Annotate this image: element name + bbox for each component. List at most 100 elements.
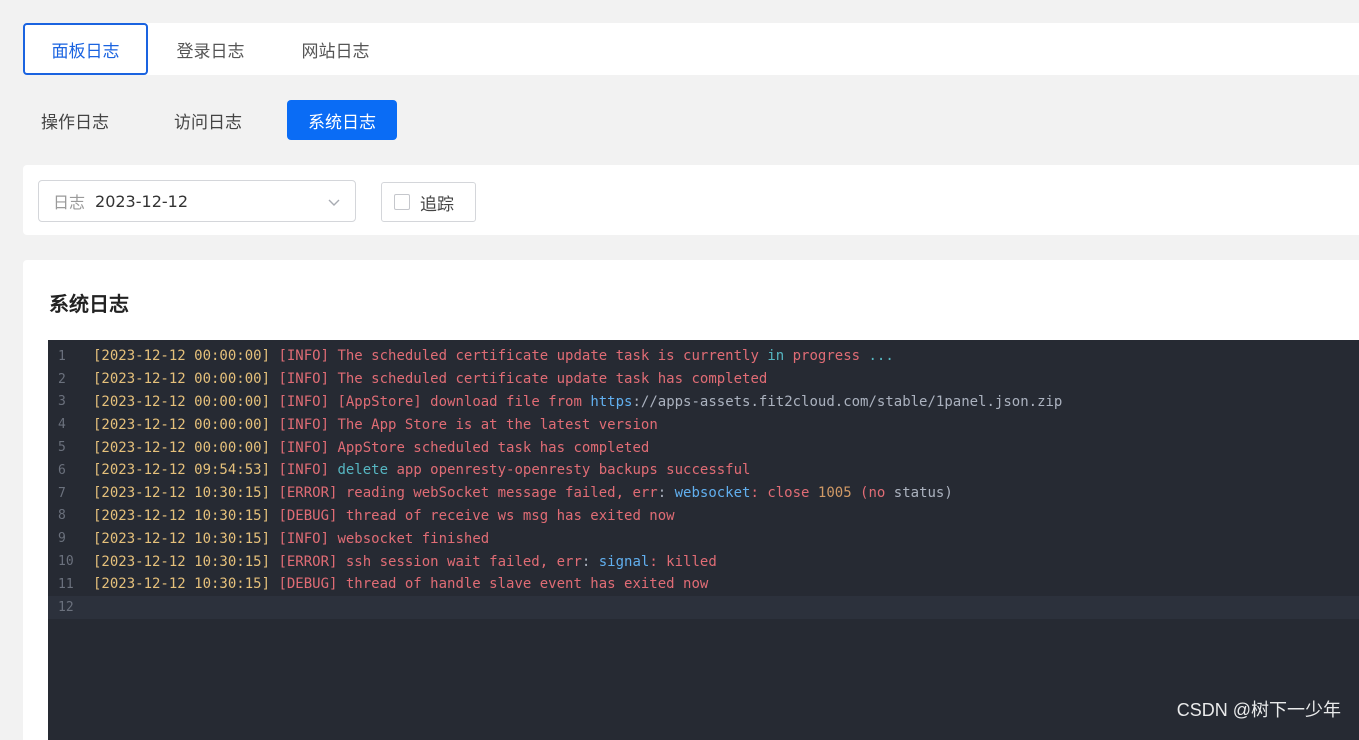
log-line: 5[2023-12-12 00:00:00] [INFO] AppStore s… [48, 436, 1359, 459]
line-number: 7 [48, 486, 93, 501]
log-timestamp: [2023-12-12 10:30:15] [93, 531, 278, 547]
chevron-down-icon [327, 195, 341, 209]
log-token: ssh session wait failed, err [346, 554, 582, 570]
system-log-panel: 系统日志 1[2023-12-12 00:00:00] [INFO] The s… [23, 260, 1359, 740]
line-number: 6 [48, 463, 93, 478]
log-token: in [767, 348, 784, 364]
log-line-text: [2023-12-12 10:30:15] [ERROR] ssh sessio… [93, 554, 717, 570]
log-filter-bar: 日志 2023-12-12 追踪 [23, 165, 1359, 235]
track-checkbox[interactable] [394, 194, 410, 210]
log-level: [INFO] [278, 417, 337, 433]
log-line-text: [2023-12-12 00:00:00] [INFO] The schedul… [93, 348, 894, 364]
log-token: : [582, 554, 599, 570]
log-token: progress [784, 348, 868, 364]
log-level: [ERROR] [278, 485, 345, 501]
log-level: [INFO] [278, 371, 337, 387]
log-token: : killed [649, 554, 716, 570]
tab-panel-log[interactable]: 面板日志 [23, 23, 148, 75]
selected-date: 2023-12-12 [95, 192, 188, 211]
log-token: The scheduled certificate update task is… [337, 348, 767, 364]
panel-title: 系统日志 [49, 288, 129, 317]
line-number: 12 [48, 600, 93, 615]
line-number: 9 [48, 531, 93, 546]
log-timestamp: [2023-12-12 00:00:00] [93, 394, 278, 410]
log-type-tabs: 面板日志 登录日志 网站日志 [23, 23, 1359, 75]
log-token: reading webSocket message failed, err [346, 485, 658, 501]
log-level: [ERROR] [278, 554, 345, 570]
log-line-text: [2023-12-12 10:30:15] [DEBUG] thread of … [93, 576, 708, 592]
line-number: 3 [48, 394, 93, 409]
log-timestamp: [2023-12-12 10:30:15] [93, 508, 278, 524]
select-prefix-label: 日志 [53, 189, 85, 213]
log-timestamp: [2023-12-12 10:30:15] [93, 554, 278, 570]
log-token: ://apps-assets.fit2cloud.com/stable/1pan… [632, 394, 1062, 410]
track-label: 追踪 [420, 190, 454, 215]
log-token: thread of handle slave event has exited … [346, 576, 708, 592]
log-level: [INFO] [278, 531, 337, 547]
log-line: 1[2023-12-12 00:00:00] [INFO] The schedu… [48, 345, 1359, 368]
log-timestamp: [2023-12-12 10:30:15] [93, 485, 278, 501]
watermark: CSDN @树下一少年 [1177, 696, 1341, 722]
log-line-text: [2023-12-12 10:30:15] [ERROR] reading we… [93, 485, 953, 501]
log-token: delete [337, 462, 388, 478]
log-line: 7[2023-12-12 10:30:15] [ERROR] reading w… [48, 482, 1359, 505]
log-line: 9[2023-12-12 10:30:15] [INFO] websocket … [48, 527, 1359, 550]
log-line: 11[2023-12-12 10:30:15] [DEBUG] thread o… [48, 573, 1359, 596]
log-line-text: [2023-12-12 00:00:00] [INFO] AppStore sc… [93, 440, 649, 456]
line-number: 5 [48, 440, 93, 455]
log-level: [INFO] [278, 462, 337, 478]
log-line: 4[2023-12-12 00:00:00] [INFO] The App St… [48, 413, 1359, 436]
log-level: [DEBUG] [278, 508, 345, 524]
log-level: [INFO] [278, 348, 337, 364]
log-level: [INFO] [278, 394, 337, 410]
log-timestamp: [2023-12-12 00:00:00] [93, 371, 278, 387]
log-line-text: [2023-12-12 00:00:00] [INFO] The App Sto… [93, 417, 658, 433]
log-line: 2[2023-12-12 00:00:00] [INFO] The schedu… [48, 368, 1359, 391]
track-toggle[interactable]: 追踪 [381, 182, 476, 222]
log-timestamp: [2023-12-12 00:00:00] [93, 417, 278, 433]
log-token: status) [894, 485, 953, 501]
log-token: https [590, 394, 632, 410]
log-token: ... [868, 348, 893, 364]
log-token: (no [852, 485, 894, 501]
subtab-access-log[interactable]: 访问日志 [154, 100, 262, 140]
log-token: : [658, 485, 675, 501]
log-token: The App Store is at the latest version [337, 417, 657, 433]
log-token: AppStore scheduled task has completed [337, 440, 649, 456]
log-token: app openresty-openresty backups successf… [388, 462, 750, 478]
line-number: 2 [48, 372, 93, 387]
line-number: 10 [48, 554, 93, 569]
log-token: The scheduled certificate update task ha… [337, 371, 767, 387]
panel-log-subtabs: 操作日志 访问日志 系统日志 [23, 100, 422, 140]
log-timestamp: [2023-12-12 09:54:53] [93, 462, 278, 478]
log-token: websocket finished [337, 531, 489, 547]
log-token: 1005 [818, 485, 852, 501]
tab-website-log[interactable]: 网站日志 [273, 23, 398, 75]
log-timestamp: [2023-12-12 10:30:15] [93, 576, 278, 592]
log-line-text: [2023-12-12 00:00:00] [INFO] The schedul… [93, 371, 767, 387]
log-date-select[interactable]: 日志 2023-12-12 [38, 180, 356, 222]
line-number: 4 [48, 417, 93, 432]
subtab-system-log[interactable]: 系统日志 [287, 100, 397, 140]
log-line-text: [2023-12-12 10:30:15] [INFO] websocket f… [93, 531, 489, 547]
log-token: signal [599, 554, 650, 570]
log-line: 10[2023-12-12 10:30:15] [ERROR] ssh sess… [48, 550, 1359, 573]
log-line: 8[2023-12-12 10:30:15] [DEBUG] thread of… [48, 505, 1359, 528]
log-line: 6[2023-12-12 09:54:53] [INFO] delete app… [48, 459, 1359, 482]
log-level: [INFO] [278, 440, 337, 456]
log-level: [DEBUG] [278, 576, 345, 592]
log-timestamp: [2023-12-12 00:00:00] [93, 440, 278, 456]
log-editor[interactable]: 1[2023-12-12 00:00:00] [INFO] The schedu… [48, 340, 1359, 740]
subtab-operation-log[interactable]: 操作日志 [23, 100, 129, 140]
log-line: 12 [48, 596, 1359, 619]
log-token: [AppStore] download file from [337, 394, 590, 410]
line-number: 11 [48, 577, 93, 592]
log-token: : close [750, 485, 817, 501]
log-line-text: [2023-12-12 09:54:53] [INFO] delete app … [93, 462, 750, 478]
log-token: thread of receive ws msg has exited now [346, 508, 675, 524]
tab-login-log[interactable]: 登录日志 [148, 23, 273, 75]
log-timestamp: [2023-12-12 00:00:00] [93, 348, 278, 364]
line-number: 8 [48, 508, 93, 523]
log-token: websocket [675, 485, 751, 501]
line-number: 1 [48, 349, 93, 364]
